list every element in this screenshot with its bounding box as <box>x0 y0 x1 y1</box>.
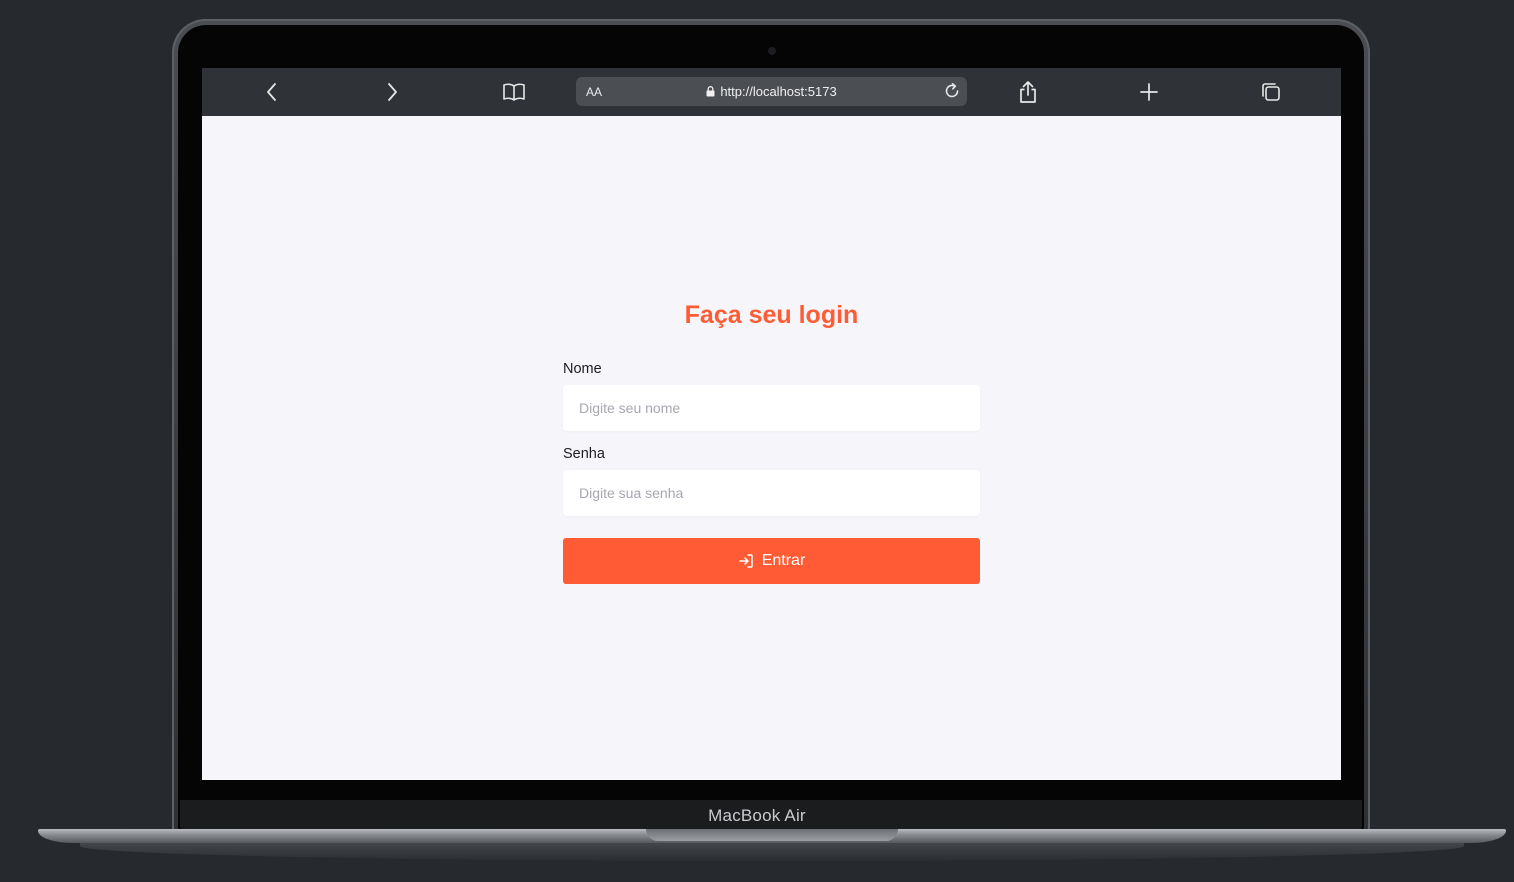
name-label: Nome <box>563 361 602 377</box>
chevron-left-icon[interactable] <box>260 80 284 104</box>
laptop-notch <box>646 829 898 841</box>
book-icon[interactable] <box>502 80 526 104</box>
device-label: MacBook Air <box>708 806 806 825</box>
laptop-base-shadow <box>80 843 1464 861</box>
address-bar[interactable]: AA http://localhost:5173 <box>576 77 967 106</box>
password-input[interactable] <box>563 470 980 516</box>
plus-icon[interactable] <box>1137 80 1161 104</box>
password-label: Senha <box>563 446 605 462</box>
chevron-right-icon[interactable] <box>380 80 404 104</box>
tabs-icon[interactable] <box>1259 80 1283 104</box>
url-text: http://localhost:5173 <box>720 84 837 99</box>
login-icon <box>738 553 754 569</box>
page-title: Faça seu login <box>684 301 859 329</box>
login-button-label: Entrar <box>761 552 806 569</box>
camera-icon <box>768 47 776 55</box>
login-button[interactable]: Entrar <box>563 538 980 584</box>
name-input[interactable] <box>563 385 980 431</box>
reload-icon[interactable] <box>941 80 963 102</box>
share-icon[interactable] <box>1016 80 1040 104</box>
browser-screen: AA http://localhost:5173 Faça seu login … <box>202 68 1341 780</box>
device-mockup: AA http://localhost:5173 Faça seu login … <box>0 0 1514 882</box>
url-display[interactable]: http://localhost:5173 <box>576 84 967 100</box>
browser-toolbar: AA http://localhost:5173 <box>202 68 1341 116</box>
lock-icon <box>706 85 715 100</box>
login-form: Faça seu login Nome Senha Entrar <box>563 300 980 584</box>
